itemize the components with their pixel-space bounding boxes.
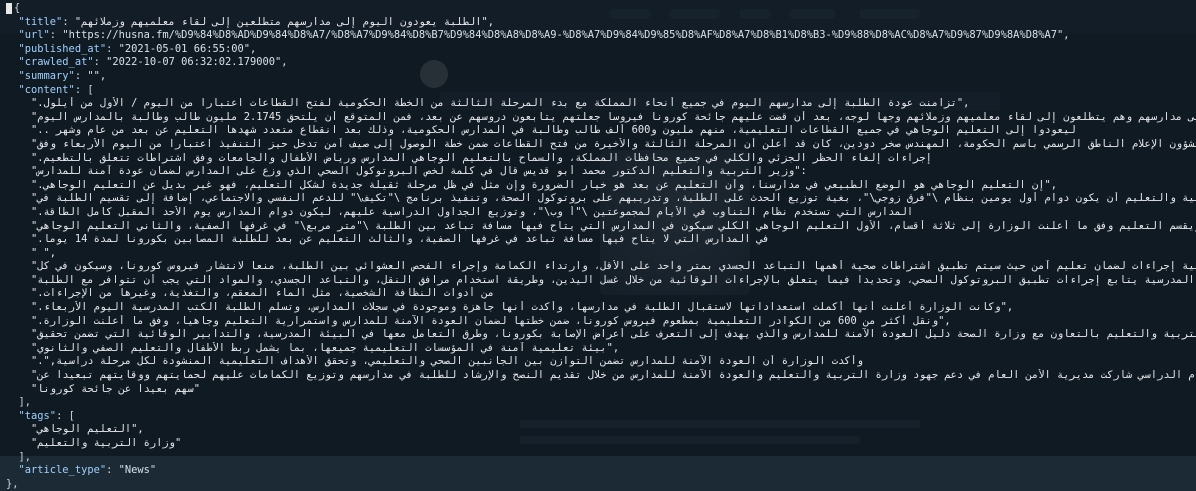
json-close-line: }, — [6, 478, 1196, 491]
content-item: "ومع بدء العام الدراسي شاركت مديرية الأم… — [31, 369, 1196, 382]
content-open-bracket: [ — [87, 83, 94, 96]
content-item: "وقررت وزارة التربية والتعليم أن يكون دو… — [31, 192, 1196, 205]
content-key: "content" — [18, 83, 75, 96]
content-item: "بيئة تعليمية آمنة في المؤسسات التعليمية… — [31, 341, 620, 354]
json-open-brace: { — [14, 2, 21, 14]
json-article-type-line: "article_type": "News" — [18, 464, 157, 477]
json-published-line: "published_at": "2021-05-01 66:55:00", — [18, 42, 257, 55]
title-key: "title" — [18, 15, 63, 28]
content-item: ".إن التعليم الوجاهي هو الوضع الطبيعي في… — [31, 178, 1057, 191]
content-item: ".في المدارس التي لا يتاح فيها مسافة تبا… — [31, 233, 770, 246]
json-title-line: "title": "الطلبة يعودون اليوم إلى مدارسه… — [18, 15, 494, 28]
json-url-line: "url": "https://husna.fm/%D9%84%D8%AD%D9… — [18, 29, 1070, 42]
article-type-key: "article_type" — [18, 464, 107, 477]
json-crawled-line: "crawled_at": "2022-10-07 06:32:02.17900… — [18, 56, 288, 69]
tag-item: "وزارة التربية والتعليم" — [31, 437, 182, 449]
json-viewer[interactable]: { "title": "الطلبة يعودون اليوم إلى مدار… — [0, 0, 1196, 490]
content-item: ".. ليعودوا إلى التعليم الوجاهي في جميع … — [31, 124, 1076, 137]
content-item: "وتتبع وزارة التربية إجراءات لضمان تعليم… — [31, 260, 1196, 273]
json-content-open-line: "content": [ — [18, 83, 94, 96]
article-type-value: "News" — [118, 464, 157, 477]
tags-key: "tags" — [18, 409, 57, 422]
url-value: "https://husna.fm/%D9%84%D8%AD%D9%84%D8%… — [62, 29, 1070, 42]
json-open-line: { — [6, 2, 1196, 16]
content-item: ".من أدوات النظافة الشخصية، مثل الماء ال… — [31, 287, 494, 300]
published-key: "published_at" — [18, 42, 107, 55]
content-item: ".ونقل أكثر من 600 من الكوادر التعليمية … — [31, 314, 951, 327]
content-item: ".إجراءات إلغاء الحظر الجزئي والكلي في ج… — [31, 151, 932, 164]
json-tags-open-line: "tags": [ — [18, 409, 75, 422]
tags-close-bracket: ], — [18, 450, 32, 463]
summary-key: "summary" — [18, 69, 75, 82]
json-close-brace: }, — [6, 477, 19, 490]
tags-open-bracket: [ — [68, 409, 75, 422]
url-key: "url" — [18, 29, 50, 42]
content-item: ".وكانت الوزارة أعلنت أنها أكملت استعداد… — [31, 301, 1014, 314]
tag-item: "التعليم الوجاهي", — [31, 423, 144, 436]
json-content-close-line: ], — [6, 396, 1196, 410]
content-item: "سهم بعيدا عن جائحة كورونا" — [31, 382, 200, 395]
published-value: "2021-05-01 66:55:00", — [118, 42, 257, 55]
content-item: "اليوم يعود الطلبة إلى مدارسهم وهم يتطلع… — [31, 110, 1196, 123]
content-item: "وشددت وزارة التربية والتعليم بالتعاون م… — [31, 328, 1196, 341]
content-item: " ", — [31, 246, 57, 259]
content-item: ".المدارس التي تستخدم نظام التناوب في ال… — [31, 205, 914, 218]
content-item: "ويقسم التعليم وفق ما أعلنت الوزارة إلى … — [31, 219, 1196, 232]
text-cursor — [6, 2, 12, 14]
content-item: ".تزامنت عودة الطلبة إلى مدارسهم اليوم ف… — [31, 97, 970, 110]
summary-value: "", — [87, 69, 107, 82]
crawled-value: "2022-10-07 06:32:02.179000", — [106, 56, 288, 69]
content-close-bracket: ], — [18, 396, 32, 409]
content-item: "وزير التربية والتعليم الدكتور محمد أبو … — [31, 165, 807, 178]
json-tags-close-line: ], — [6, 451, 1196, 465]
content-item: "وزير الدولة لشؤون الإعلام الناطق الرسمي… — [31, 137, 1196, 150]
title-value: "الطلبة يعودون اليوم إلى مدارسهم متطلعين… — [74, 15, 494, 28]
json-summary-line: "summary": "", — [18, 69, 107, 82]
content-item: ".",وأكدت الوزارة أن العودة الآمنة للمدا… — [31, 355, 864, 368]
crawled-key: "crawled_at" — [18, 56, 94, 69]
content-item: "مدرسة معلم مسؤول عن الصحة المدرسية يتاب… — [31, 273, 1195, 286]
